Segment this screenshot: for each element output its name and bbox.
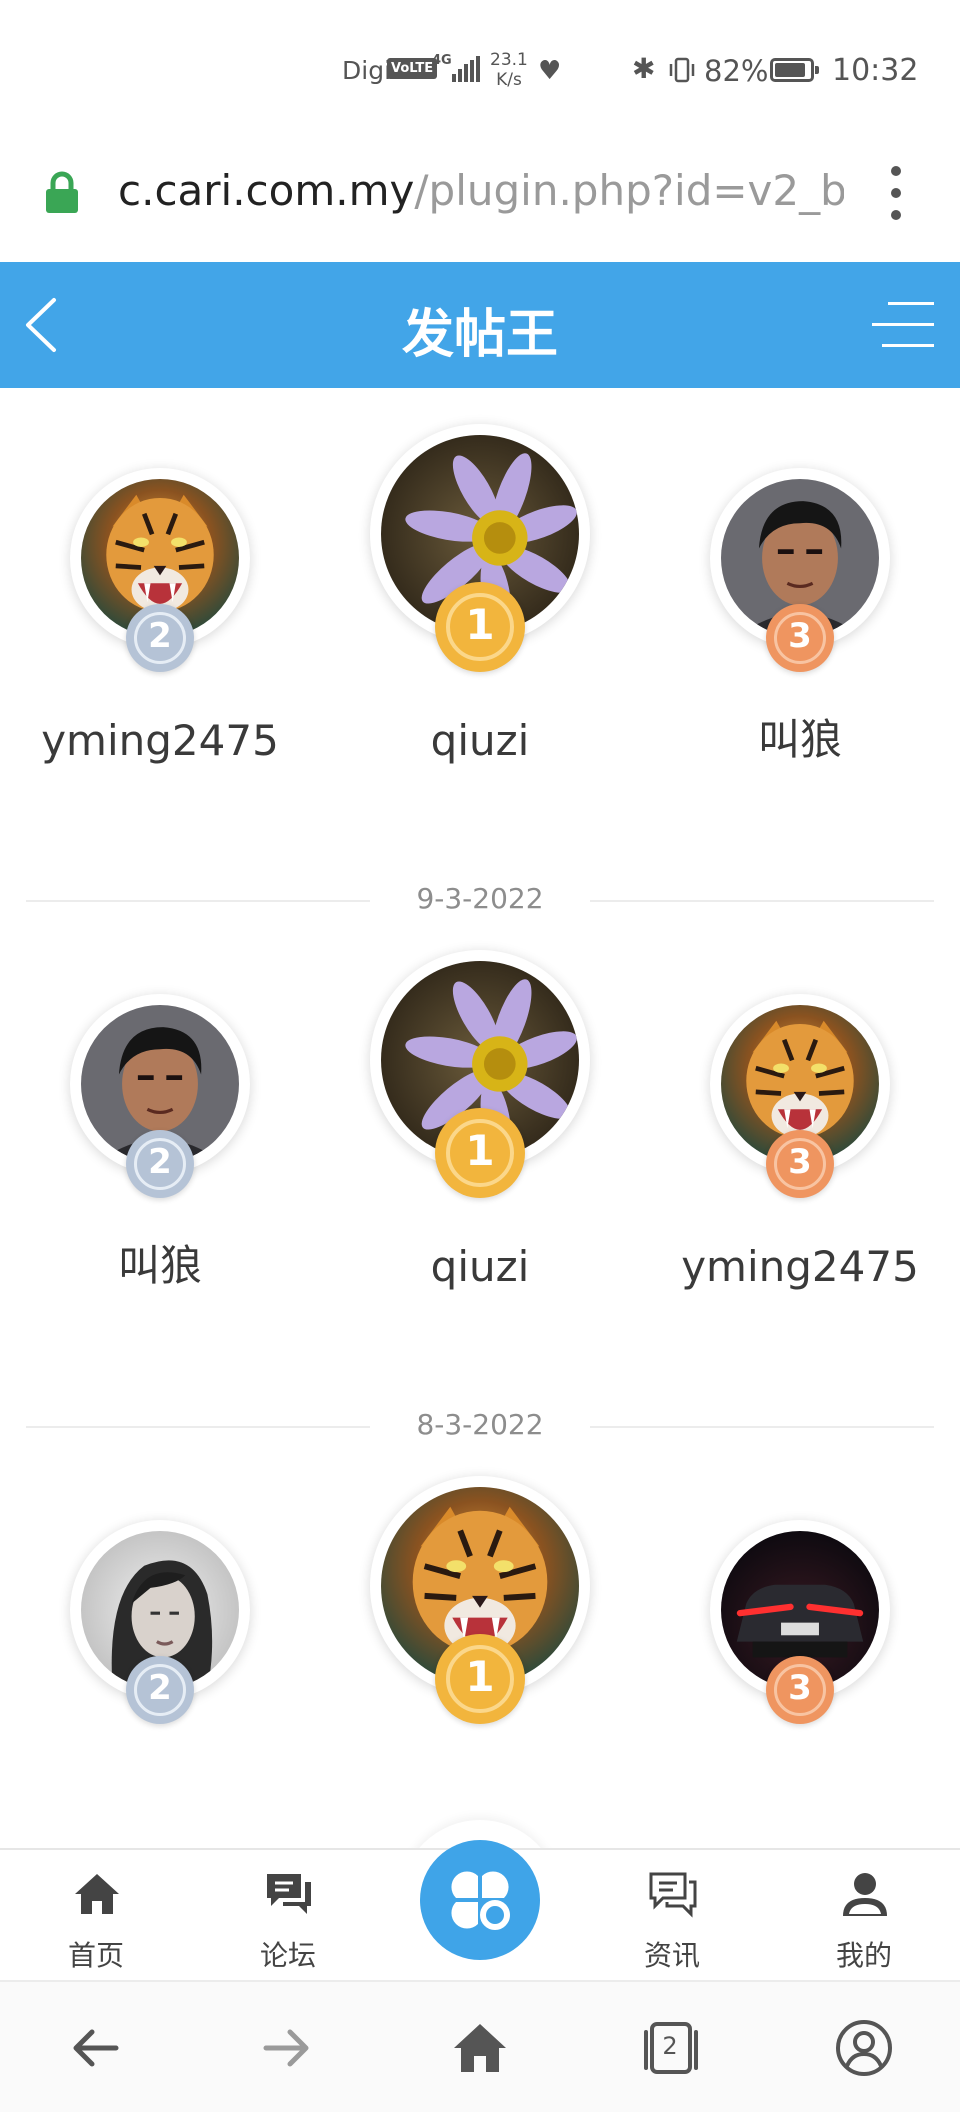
lock-icon [46,171,78,213]
battery-percent: 82% [704,54,769,88]
gold-medal-icon: 1 [435,1634,525,1724]
bronze-medal-icon: 3 [766,1656,834,1724]
status-bar: Digi VoLTE 4G 23.1 K/s ♥ ✱ 82% 10:32 [0,0,960,140]
ranking-list: 2 yming2475 1 qiuzi 3 叫狼 9-3-2022 2 叫狼 1… [0,388,960,1848]
rank-second-slot[interactable]: 2 [0,1520,320,1848]
tab-home[interactable]: 首页 [26,1850,166,1982]
home-icon [75,1874,119,1914]
rank-number: 1 [465,600,495,649]
vibrate-icon [669,57,695,83]
rank-group: 2 1 3 [0,1440,960,1848]
home-icon [454,2024,506,2072]
bluetooth-icon: ✱ [632,52,656,85]
menu-icon[interactable] [872,292,934,358]
signal-icon [452,56,482,82]
browser-url-bar: c.cari.com.my/plugin.php?id=v2_bbs [0,140,960,262]
tab-label: 首页 [67,1939,124,1972]
rank-number: 2 [148,616,172,656]
battery-icon [770,58,819,82]
username: yming2475 [681,1242,919,1291]
four-leaf-icon [451,1871,510,1930]
url-path: /plugin.php?id=v2_bbs [414,166,844,215]
tab-label: 论坛 [259,1939,316,1972]
rank-third-slot[interactable]: 3 叫狼 [640,468,960,828]
volte-badge: VoLTE [387,58,438,79]
center-action-button[interactable] [420,1840,540,1960]
nav-back-button[interactable] [64,2016,128,2080]
rank-number: 3 [788,616,812,656]
url-host: c.cari.com.my [118,166,415,215]
speed-unit: K/s [496,70,522,90]
rank-number: 3 [788,1668,812,1708]
tab-label: 我的 [835,1939,892,1972]
page-title: 发帖王 [401,305,558,365]
browser-menu-icon[interactable] [882,164,910,224]
account-circle-icon [836,2020,892,2076]
news-chat-icon [649,1872,697,1918]
tab-label: 资讯 [643,1939,700,1972]
username: 叫狼 [757,715,842,764]
arrow-left-icon [73,2029,119,2067]
date-label: 8-3-2022 [416,1408,544,1441]
speed-value: 23.1 [490,50,528,70]
rank-number: 2 [148,1142,172,1182]
rank-second-slot[interactable]: 2 yming2475 [0,468,320,828]
rank-second-slot[interactable]: 2 叫狼 [0,994,320,1354]
rank-third-slot[interactable]: 3 [640,1520,960,1848]
app-header: 发帖王 [0,262,960,388]
nav-home-button[interactable] [448,2016,512,2080]
user-icon [843,1873,887,1916]
bronze-medal-icon: 3 [766,604,834,672]
rank-first-slot[interactable]: 1 qiuzi [320,950,640,1344]
username: qiuzi [430,716,530,765]
browser-nav-bar: 2 [0,1980,960,2112]
clock: 10:32 [832,53,919,88]
rank-group: 2 yming2475 1 qiuzi 3 叫狼 9-3-2022 [0,388,960,915]
network-type: 4G [432,53,452,68]
forum-chat-icon [267,1874,311,1914]
carrier-label: Digi [342,56,392,85]
tab-count: 2 [662,2032,678,2060]
silver-medal-icon: 2 [126,1656,194,1724]
username: yming2475 [41,716,279,765]
bronze-medal-icon: 3 [766,1130,834,1198]
nav-forward-button[interactable] [254,2016,318,2080]
rank-number: 1 [465,1126,495,1175]
address-field[interactable]: c.cari.com.my/plugin.php?id=v2_bbs [118,166,844,215]
tab-mine[interactable]: 我的 [794,1850,934,1982]
tab-news[interactable]: 资讯 [602,1850,742,1982]
username: 叫狼 [117,1241,202,1290]
rank-group: 2 叫狼 1 qiuzi 3 yming2475 8-3-2022 [0,914,960,1441]
rank-first-slot[interactable]: 1 qiuzi [320,424,640,818]
silver-medal-icon: 2 [126,604,194,672]
rank-third-slot[interactable]: 3 yming2475 [640,994,960,1354]
rank-number: 3 [788,1142,812,1182]
nav-tabs-button[interactable]: 2 [638,2016,702,2080]
health-icon: ♥ [538,56,562,86]
silver-medal-icon: 2 [126,1130,194,1198]
rank-number: 1 [465,1652,495,1701]
network-speed: 23.1 K/s [490,50,528,90]
username: qiuzi [430,1242,530,1291]
arrow-right-icon [263,2029,309,2067]
gold-medal-icon: 1 [435,1108,525,1198]
gold-medal-icon: 1 [435,582,525,672]
tab-forum[interactable]: 论坛 [218,1850,358,1982]
rank-first-slot[interactable]: 1 [320,1476,640,1848]
nav-account-button[interactable] [832,2016,896,2080]
rank-number: 2 [148,1668,172,1708]
date-label: 9-3-2022 [416,882,544,915]
